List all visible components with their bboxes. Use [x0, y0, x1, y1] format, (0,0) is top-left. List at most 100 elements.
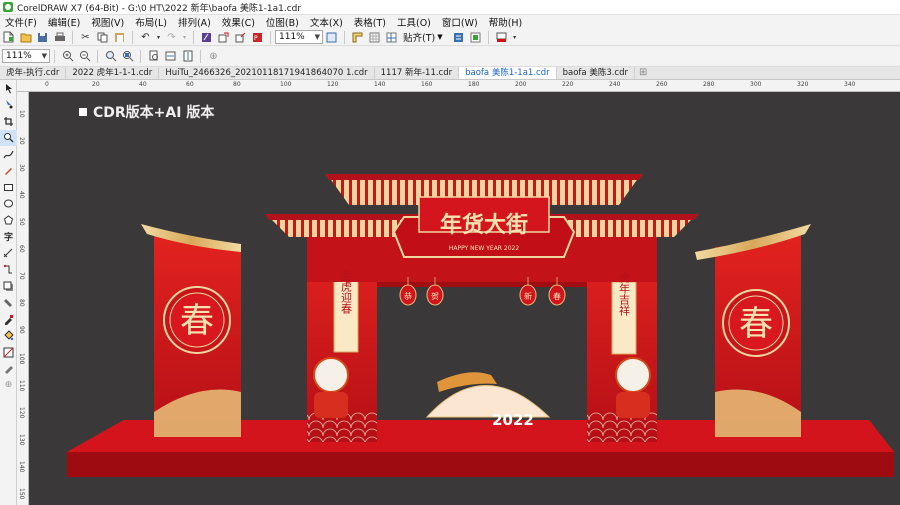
search-content-icon[interactable]: [200, 30, 214, 44]
zoom-to-page-icon[interactable]: [147, 49, 161, 63]
color-eyedropper-tool-icon[interactable]: [0, 311, 17, 328]
menu-bar: 文件(F) 编辑(E) 视图(V) 布局(L) 排列(A) 效果(C) 位图(B…: [0, 15, 900, 29]
lantern-1-text: 恭: [404, 292, 412, 301]
property-zoom-dropdown[interactable]: 111% ▼: [2, 49, 50, 63]
zoom-out-icon[interactable]: [78, 49, 92, 63]
artistic-media-tool-icon[interactable]: [0, 163, 17, 180]
menu-layout[interactable]: 布局(L): [130, 15, 173, 29]
menu-window[interactable]: 窗口(W): [437, 15, 484, 29]
show-guidelines-icon[interactable]: [385, 30, 399, 44]
tab-document-2[interactable]: 2022 虎年1-1-1.cdr: [66, 67, 160, 79]
ruler-h-label: 220: [562, 81, 574, 88]
menu-bitmaps[interactable]: 位图(B): [261, 15, 305, 29]
add-icon[interactable]: ⊕: [207, 49, 221, 63]
toolbar-separator: [270, 30, 271, 44]
menu-table[interactable]: 表格(T): [349, 15, 392, 29]
open-folder-icon[interactable]: [19, 30, 33, 44]
zoom-to-selected-icon[interactable]: [104, 49, 118, 63]
publish-pdf-icon[interactable]: P: [251, 30, 265, 44]
toolbar-separator: [488, 30, 490, 44]
redo-dropdown-icon[interactable]: ▾: [182, 30, 188, 44]
tab-document-3[interactable]: HuiTu_2466326_20210118171941864070 1.cdr: [159, 67, 375, 79]
toolbar-separator: [200, 49, 201, 63]
rectangle-tool-icon[interactable]: [0, 179, 17, 196]
zoom-in-icon[interactable]: [61, 49, 75, 63]
drop-shadow-tool-icon[interactable]: [0, 278, 17, 295]
tiger-mascot-left[interactable]: [313, 357, 349, 418]
outline-pen-tool-icon[interactable]: [0, 361, 17, 378]
menu-arrange[interactable]: 排列(A): [173, 15, 217, 29]
export-icon[interactable]: [234, 30, 248, 44]
zoom-level-dropdown[interactable]: 111% ▼: [275, 30, 323, 44]
copy-icon[interactable]: [96, 30, 110, 44]
ruler-h-label: 280: [703, 81, 715, 88]
new-tab-icon[interactable]: ⊞: [635, 67, 651, 79]
text-tool-icon[interactable]: 字: [0, 229, 17, 246]
chevron-down-icon: ▼: [41, 52, 47, 60]
connector-tool-icon[interactable]: [0, 262, 17, 279]
redo-icon[interactable]: ↷: [165, 30, 179, 44]
ruler-v-label: 70: [18, 272, 25, 280]
add-tool-icon[interactable]: ⊕: [0, 377, 17, 394]
smart-fill-tool-icon[interactable]: [0, 344, 17, 361]
welcome-dropdown-icon[interactable]: ▾: [512, 30, 518, 44]
crop-tool-icon[interactable]: [0, 113, 17, 130]
menu-text[interactable]: 文本(X): [305, 15, 349, 29]
save-icon[interactable]: [36, 30, 50, 44]
zoom-to-all-objects-icon[interactable]: [121, 49, 135, 63]
print-icon[interactable]: [53, 30, 67, 44]
shape-tool-icon[interactable]: [0, 97, 17, 114]
ruler-h-label: 120: [327, 81, 339, 88]
menu-tools[interactable]: 工具(O): [392, 15, 437, 29]
parallel-dimension-tool-icon[interactable]: [0, 245, 17, 262]
menu-help[interactable]: 帮助(H): [484, 15, 529, 29]
ruler-v-label: 90: [18, 326, 25, 334]
undo-icon[interactable]: ↶: [139, 30, 153, 44]
toolbar-separator: [140, 49, 141, 63]
new-document-icon[interactable]: [2, 30, 16, 44]
tab-document-1[interactable]: 虎年-执行.cdr: [0, 67, 67, 79]
freehand-tool-icon[interactable]: [0, 146, 17, 163]
welcome-screen-icon[interactable]: [495, 30, 509, 44]
interactive-fill-tool-icon[interactable]: [0, 328, 17, 345]
menu-file[interactable]: 文件(F): [0, 15, 43, 29]
vertical-ruler[interactable]: 10 20 30 40 50 60 70 80 90 100 110 120 130 140 150: [17, 92, 29, 505]
tab-document-6[interactable]: baofa 美陈3.cdr: [557, 67, 635, 79]
menu-edit[interactable]: 编辑(E): [43, 15, 86, 29]
chevron-down-icon: ▼: [437, 33, 443, 41]
horizontal-ruler[interactable]: 0 20 40 60 80 100 120 140 160 180 200 220 240 260 280 3…: [17, 80, 900, 92]
full-screen-preview-icon[interactable]: [325, 30, 339, 44]
tab-document-4[interactable]: 1117 新年-11.cdr: [375, 67, 460, 79]
zoom-to-page-height-icon[interactable]: [181, 49, 195, 63]
toolbar-separator: [193, 30, 194, 44]
transparency-tool-icon[interactable]: [0, 295, 17, 312]
menu-view[interactable]: 视图(V): [86, 15, 130, 29]
festive-gate-artwork[interactable]: 年货大街 HAPPY NEW YEAR 2022 金虎迎春 虎年吉祥 恭 贺 新…: [29, 92, 900, 505]
cut-icon[interactable]: ✂: [79, 30, 93, 44]
pick-tool-icon[interactable]: [0, 80, 17, 97]
toolbar-separator: [97, 49, 98, 63]
zoom-to-page-width-icon[interactable]: [164, 49, 178, 63]
right-couplet-text: 虎年吉祥: [618, 272, 631, 316]
tab-document-5-active[interactable]: baofa 美陈1-1a1.cdr: [459, 67, 557, 79]
menu-effects[interactable]: 效果(C): [217, 15, 261, 29]
ellipse-tool-icon[interactable]: [0, 196, 17, 213]
application-launcher-icon[interactable]: [469, 30, 483, 44]
tiger-mascot-right[interactable]: [615, 357, 651, 418]
sign-sub-text: HAPPY NEW YEAR 2022: [449, 245, 520, 252]
undo-dropdown-icon[interactable]: ▾: [156, 30, 162, 44]
ruler-h-label: 180: [468, 81, 480, 88]
show-rulers-icon[interactable]: [351, 30, 365, 44]
right-spring-character: 春: [739, 304, 773, 344]
options-icon[interactable]: [452, 30, 466, 44]
snap-to-dropdown[interactable]: 贴齐(T) ▼: [400, 30, 446, 44]
ruler-v-label: 20: [18, 137, 25, 145]
drawing-canvas[interactable]: CDR版本+AI 版本 年货大街 HAPPY NEW YEAR 2022 金虎迎…: [29, 92, 900, 505]
toolbox: 字 ⊕: [0, 80, 17, 505]
ruler-h-label: 140: [374, 81, 386, 88]
zoom-tool-icon[interactable]: [0, 129, 17, 146]
show-grid-icon[interactable]: [368, 30, 382, 44]
polygon-tool-icon[interactable]: [0, 212, 17, 229]
import-icon[interactable]: [217, 30, 231, 44]
paste-icon[interactable]: [113, 30, 127, 44]
